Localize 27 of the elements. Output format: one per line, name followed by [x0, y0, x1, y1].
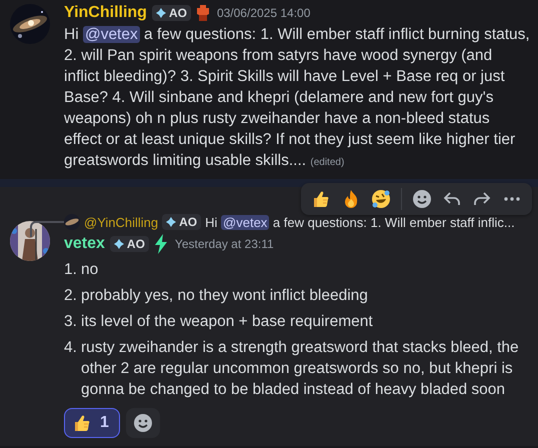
server-tag: AO	[152, 5, 191, 21]
author-name[interactable]: YinChilling	[64, 4, 147, 22]
server-tag: AO	[162, 214, 202, 230]
reply-author[interactable]: @YinChilling	[84, 214, 158, 230]
more-icon	[502, 197, 522, 201]
thumbs-up-icon	[311, 189, 331, 209]
timestamp: 03/06/2025 14:00	[216, 6, 310, 20]
diamond-icon	[156, 8, 166, 18]
mention[interactable]: @vetex	[82, 26, 140, 43]
list-item: 2. probably yes, no they wont inflict bleeding	[64, 286, 369, 306]
smile-icon	[132, 413, 153, 433]
author-name[interactable]: vetex	[64, 235, 105, 253]
server-tag: AO	[110, 236, 149, 252]
list-item: 4. rusty zweihander is a strength greatsword that stacks bleed, the other 2 are regular uncommon greatswords so no, but khepri is gonna be changed to be bladed instead of heavy bladed soon	[64, 338, 520, 400]
message-text: Hi @vetex a few questions: 1. Will ember staff inflict burning status, 2. will Pan spirit weapons from satyrs have wood synergy (and inflict bleeding)? 3. Spirit Skills will have Level + Base req or just Base? 4. Will sinbane and khepri (delamere and new fort guy's weapons) oh n plus rusty zweihander have a non-bleed status effect or at least unique skills? If not they just seem like higher tier greatswords limiting usable skills.... (edited)	[64, 25, 530, 171]
add-reaction-button[interactable]	[126, 408, 160, 438]
reaction-button[interactable]: 1	[64, 408, 120, 438]
laughing-icon	[371, 189, 391, 209]
mention[interactable]: @vetex	[221, 214, 270, 230]
reply-preview[interactable]: Hi @vetex a few questions: 1. Will ember staff inflic...	[205, 214, 515, 230]
smile-icon	[412, 189, 432, 209]
list-item: 1. no	[64, 260, 100, 280]
diamond-icon	[166, 217, 176, 227]
diamond-icon	[114, 239, 124, 249]
thumbs-up-icon	[72, 413, 92, 433]
list-item: 3. its level of the weapon + base requirement	[64, 312, 374, 332]
timestamp: Yesterday at 23:11	[174, 237, 274, 251]
